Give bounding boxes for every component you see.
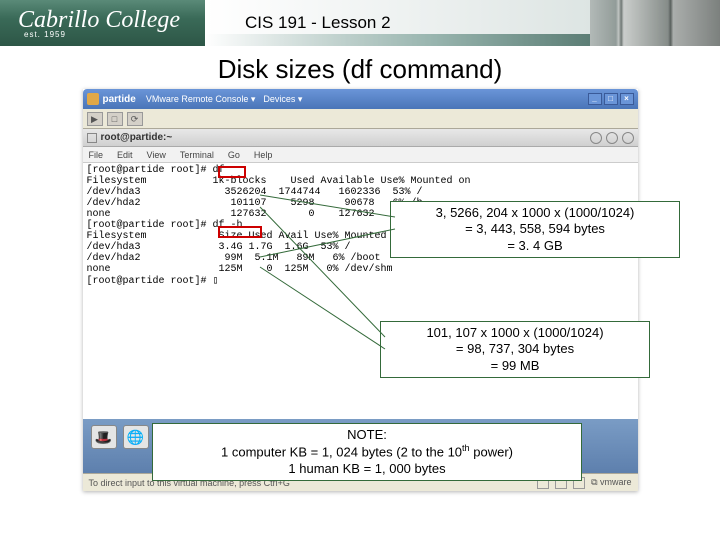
menu-help[interactable]: Help: [254, 150, 273, 160]
callout-calc-1-line2: = 3, 443, 558, 594 bytes: [399, 221, 671, 237]
close-button[interactable]: ×: [620, 93, 634, 105]
highlight-df-h: [218, 226, 262, 238]
menu-file[interactable]: File: [89, 150, 104, 160]
callout-calc-2-line1: 101, 107 x 1000 x (1000/1024): [389, 325, 641, 341]
logo-subtext: est. 1959: [24, 30, 205, 39]
callout-calc-2: 101, 107 x 1000 x (1000/1024) = 98, 737,…: [380, 321, 650, 378]
vm-titlebar: partide VMware Remote Console ▾ Devices …: [83, 89, 638, 109]
minimize-button[interactable]: _: [588, 93, 602, 105]
console-title: root@partide:~: [101, 132, 173, 143]
console-max-icon[interactable]: [606, 132, 618, 144]
callout-calc-2-line3: = 99 MB: [389, 358, 641, 374]
statusbar-brand: ⧉ vmware: [591, 477, 631, 488]
lesson-title: CIS 191 - Lesson 2: [245, 13, 391, 33]
callout-calc-2-line2: = 98, 737, 304 bytes: [389, 341, 641, 357]
callout-note-line3: 1 human KB = 1, 000 bytes: [161, 461, 573, 477]
menu-go[interactable]: Go: [228, 150, 240, 160]
console-close-icon[interactable]: [622, 132, 634, 144]
callout-note: NOTE: 1 computer KB = 1, 024 bytes (2 to…: [152, 423, 582, 481]
toolbar-reset-icon[interactable]: ⟳: [127, 112, 143, 126]
console-menubar: File Edit View Terminal Go Help: [83, 147, 638, 163]
maximize-button[interactable]: □: [604, 93, 618, 105]
callout-calc-1-line1: 3, 5266, 204 x 1000 x (1000/1024): [399, 205, 671, 221]
taskbar-browser-icon[interactable]: 🌐: [123, 425, 149, 449]
college-logo: Cabrillo College est. 1959: [0, 0, 205, 46]
vm-menu-devices[interactable]: Devices ▾: [263, 94, 302, 105]
console-min-icon[interactable]: [590, 132, 602, 144]
highlight-df: [218, 166, 246, 178]
callout-calc-1-line3: = 3. 4 GB: [399, 238, 671, 254]
slide-subtitle: Disk sizes (df command): [0, 54, 720, 85]
toolbar-stop-icon[interactable]: □: [107, 112, 123, 126]
menu-terminal[interactable]: Terminal: [180, 150, 214, 160]
callout-note-title: NOTE:: [161, 427, 573, 443]
lesson-title-area: CIS 191 - Lesson 2: [205, 0, 590, 46]
logo-text: Cabrillo College: [18, 8, 205, 32]
callout-calc-1: 3, 5266, 204 x 1000 x (1000/1024) = 3, 4…: [390, 201, 680, 258]
toolbar-play-icon[interactable]: ▶: [87, 112, 103, 126]
vm-toolbar: ▶ □ ⟳: [83, 109, 638, 129]
menu-view[interactable]: View: [147, 150, 166, 160]
console-icon: [87, 133, 97, 143]
vm-window-controls: _ □ ×: [588, 93, 634, 105]
vm-app-icon: [87, 93, 99, 105]
header-band: Cabrillo College est. 1959 CIS 191 - Les…: [0, 0, 720, 46]
menu-edit[interactable]: Edit: [117, 150, 133, 160]
vm-title: partide: [103, 94, 136, 105]
console-titlebar: root@partide:~: [83, 129, 638, 147]
vm-menu: VMware Remote Console ▾ Devices ▾: [146, 94, 303, 105]
taskbar-redhat-icon[interactable]: 🎩: [91, 425, 117, 449]
header-photo: [590, 0, 720, 46]
vm-menu-console[interactable]: VMware Remote Console ▾: [146, 94, 256, 105]
console-window-controls: [590, 132, 634, 144]
callout-note-line2: 1 computer KB = 1, 024 bytes (2 to the 1…: [161, 443, 573, 461]
